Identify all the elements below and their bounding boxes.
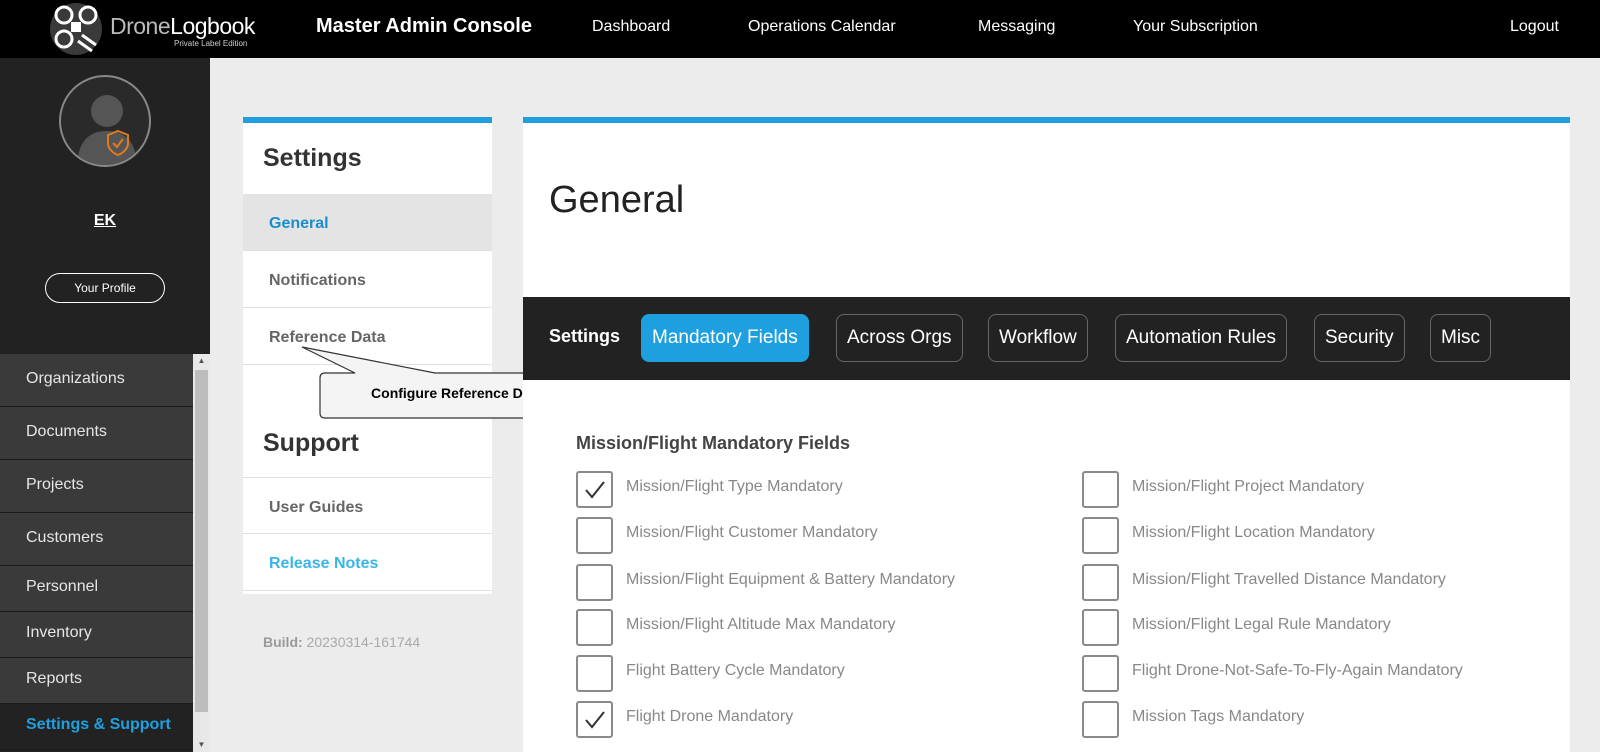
sidebar-item-inventory[interactable]: Inventory xyxy=(0,612,193,658)
checkbox[interactable] xyxy=(1082,517,1119,554)
checkbox-label: Mission/Flight Customer Mandatory xyxy=(626,524,878,541)
tab-across-orgs[interactable]: Across Orgs xyxy=(836,314,963,362)
your-profile-button[interactable]: Your Profile xyxy=(45,273,165,303)
tab-bar-label: Settings xyxy=(549,326,621,346)
drone-logo-icon xyxy=(50,3,102,55)
settings-item-general[interactable]: General xyxy=(243,194,492,251)
top-bar: DroneLogbook Private Label Edition Maste… xyxy=(0,0,1600,58)
user-shield-icon xyxy=(77,95,137,165)
username[interactable]: EK xyxy=(0,212,210,230)
checkbox[interactable] xyxy=(576,471,613,508)
checkbox-label: Mission/Flight Travelled Distance Mandat… xyxy=(1132,571,1446,588)
checkbox-label: Mission Tags Mandatory xyxy=(1132,708,1305,725)
nav-dashboard[interactable]: Dashboard xyxy=(592,18,670,36)
build-info: Build: 20230314-161744 xyxy=(263,634,420,650)
checkbox[interactable] xyxy=(1082,701,1119,738)
tab-misc[interactable]: Misc xyxy=(1430,314,1492,362)
settings-heading: Settings xyxy=(263,144,362,172)
settings-item-notifications[interactable]: Notifications xyxy=(243,251,492,308)
checkbox[interactable] xyxy=(576,655,613,692)
support-item-user-guides[interactable]: User Guides xyxy=(243,477,492,534)
main-content: General Settings Mandatory Fields Across… xyxy=(523,117,1570,752)
sidebar-item-reports[interactable]: Reports xyxy=(0,658,193,704)
section-title: Mission/Flight Mandatory Fields xyxy=(576,433,851,453)
sidebar-scrollbar[interactable]: ▲ ▼ xyxy=(193,354,210,752)
checkbox-label: Mission/Flight Location Mandatory xyxy=(1132,524,1375,541)
checkbox[interactable] xyxy=(576,517,613,554)
scroll-up-arrow-icon[interactable]: ▲ xyxy=(193,354,210,368)
checkmark-icon xyxy=(585,481,605,499)
checkbox[interactable] xyxy=(576,701,613,738)
tab-workflow[interactable]: Workflow xyxy=(988,314,1088,362)
checkbox[interactable] xyxy=(576,564,613,601)
checkbox[interactable] xyxy=(1082,655,1119,692)
avatar[interactable] xyxy=(59,75,151,167)
sidebar-item-documents[interactable]: Documents xyxy=(0,407,193,460)
checkbox[interactable] xyxy=(576,609,613,646)
sidebar: EK Your Profile Organizations Documents … xyxy=(0,58,210,752)
checkbox[interactable] xyxy=(1082,609,1119,646)
checkmark-icon xyxy=(585,711,605,729)
checkbox[interactable] xyxy=(1082,471,1119,508)
logout-link[interactable]: Logout xyxy=(1510,18,1559,36)
settings-tab-bar: Settings Mandatory Fields Across Orgs Wo… xyxy=(523,297,1570,380)
app-title: Master Admin Console xyxy=(316,15,532,37)
sidebar-nav: Organizations Documents Projects Custome… xyxy=(0,354,193,752)
nav-messaging[interactable]: Messaging xyxy=(978,18,1055,36)
sidebar-item-customers[interactable]: Customers xyxy=(0,513,193,566)
page-title: General xyxy=(549,179,685,221)
sidebar-item-settings-support[interactable]: Settings & Support xyxy=(0,704,193,750)
support-item-release-notes[interactable]: Release Notes xyxy=(243,534,492,591)
brand-subtitle: Private Label Edition xyxy=(174,39,248,48)
tab-mandatory-fields[interactable]: Mandatory Fields xyxy=(641,314,809,362)
tab-automation-rules[interactable]: Automation Rules xyxy=(1115,314,1287,362)
sidebar-item-organizations[interactable]: Organizations xyxy=(0,354,193,407)
support-heading: Support xyxy=(263,429,359,457)
checkbox-label: Mission/Flight Project Mandatory xyxy=(1132,478,1365,495)
nav-operations-calendar[interactable]: Operations Calendar xyxy=(748,18,896,36)
sidebar-item-personnel[interactable]: Personnel xyxy=(0,566,193,612)
checkbox-label: Flight Drone Mandatory xyxy=(626,708,794,725)
scroll-down-arrow-icon[interactable]: ▼ xyxy=(193,738,210,752)
checkbox-label: Mission/Flight Type Mandatory xyxy=(626,478,843,495)
checkbox-label: Flight Drone-Not-Safe-To-Fly-Again Manda… xyxy=(1132,662,1463,679)
brand-logo[interactable]: DroneLogbook Private Label Edition xyxy=(48,1,318,55)
checkbox-label: Mission/Flight Altitude Max Mandatory xyxy=(626,616,896,633)
checkbox-label: Mission/Flight Legal Rule Mandatory xyxy=(1132,616,1391,633)
sidebar-item-projects[interactable]: Projects xyxy=(0,460,193,513)
scrollbar-thumb[interactable] xyxy=(195,370,208,712)
checkbox-label: Flight Battery Cycle Mandatory xyxy=(626,662,845,679)
checkbox[interactable] xyxy=(1082,564,1119,601)
nav-your-subscription[interactable]: Your Subscription xyxy=(1133,18,1258,36)
brand-name: DroneLogbook xyxy=(110,13,255,39)
checkbox-label: Mission/Flight Equipment & Battery Manda… xyxy=(626,571,956,588)
tab-security[interactable]: Security xyxy=(1314,314,1405,362)
build-label: Build: xyxy=(263,634,303,650)
build-value: 20230314-161744 xyxy=(306,634,421,650)
